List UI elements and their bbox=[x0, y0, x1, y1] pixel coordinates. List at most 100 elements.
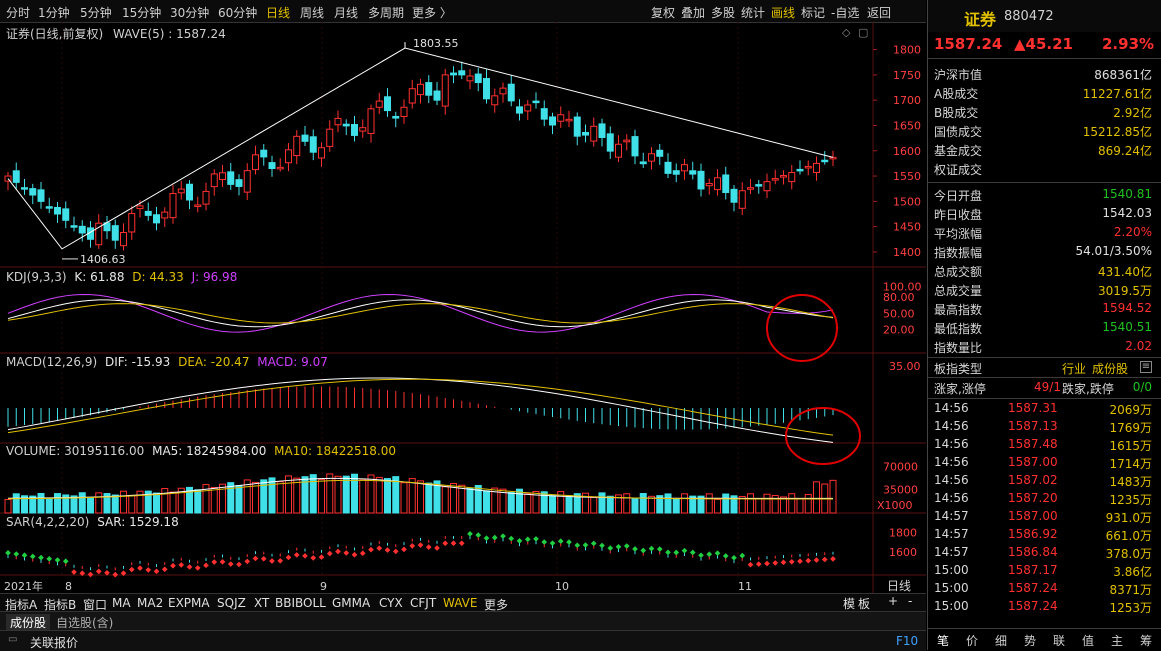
period-tab-1[interactable]: 1分钟 bbox=[38, 4, 70, 21]
indicator-tab-6[interactable]: SQJZ bbox=[217, 596, 246, 610]
zoom-in-button[interactable]: + bbox=[888, 594, 898, 608]
panel-tab-1[interactable]: 价 bbox=[959, 632, 985, 649]
panel-tab-5[interactable]: 值 bbox=[1075, 632, 1101, 649]
f10-button[interactable]: F10 bbox=[896, 634, 918, 648]
constituents-link[interactable]: 成份股 bbox=[1092, 360, 1128, 377]
volume-bar bbox=[565, 495, 573, 514]
indicator-tab-9[interactable]: GMMA bbox=[332, 596, 370, 610]
volume-bar bbox=[161, 488, 169, 514]
indicator-tab-10[interactable]: CYX bbox=[379, 596, 403, 610]
period-tab-8[interactable]: 月线 bbox=[334, 4, 358, 21]
tick-time: 14:56 bbox=[934, 491, 969, 505]
panel-tab-0[interactable]: 笔 bbox=[930, 632, 956, 649]
stat-value: 2.20% bbox=[1113, 225, 1152, 239]
indicator-tab-11[interactable]: CFJT bbox=[410, 596, 436, 610]
indicator-tab-8[interactable]: BBIBOLL bbox=[275, 596, 326, 610]
volume-bar bbox=[755, 498, 763, 514]
candle-body bbox=[408, 88, 416, 104]
sar-dot bbox=[285, 554, 292, 561]
board-button[interactable]: 板 bbox=[858, 595, 870, 612]
volume-bar bbox=[763, 493, 771, 514]
sar-dot bbox=[632, 546, 638, 552]
period-tab-6[interactable]: 日线 bbox=[266, 4, 290, 21]
candle-body bbox=[417, 83, 424, 96]
market-label: 国债成交 bbox=[934, 125, 983, 139]
period-tab-10[interactable]: 更多 〉 bbox=[412, 4, 452, 21]
stock-header: 证券 880472 bbox=[928, 0, 1161, 32]
panel-tab-2[interactable]: 细 bbox=[988, 632, 1014, 649]
macd-tick-label: 35.00 bbox=[889, 360, 921, 373]
sar-dot bbox=[318, 554, 325, 560]
indicator-tab-4[interactable]: MA2 bbox=[137, 596, 163, 610]
tab-watchlist[interactable]: 自选股(含) bbox=[56, 614, 113, 631]
sar-dot bbox=[673, 549, 680, 556]
board-type-label: 板指类型 bbox=[934, 362, 983, 376]
status-bar: ▭ 关联报价 F10 bbox=[0, 630, 926, 651]
period-tab-4[interactable]: 30分钟 bbox=[170, 4, 209, 21]
candle-body bbox=[474, 73, 482, 84]
candle-body bbox=[689, 170, 697, 175]
period-tab-2[interactable]: 5分钟 bbox=[80, 4, 112, 21]
mode-button[interactable]: 模 bbox=[843, 595, 855, 612]
candle-body bbox=[169, 193, 177, 219]
main-chart-header: 证券(日线,前复权) WAVE(5) : 1587.24 bbox=[6, 25, 226, 42]
stat-row: 指数量比 2.02 bbox=[928, 337, 1161, 356]
zoom-out-button[interactable]: - bbox=[908, 594, 912, 608]
toolbar-button-2[interactable]: 多股 bbox=[711, 4, 735, 21]
x-axis-label: 11 bbox=[738, 580, 752, 593]
volume-bar bbox=[631, 498, 639, 514]
panel-tab-7[interactable]: 筹 bbox=[1133, 632, 1159, 649]
tick-time: 14:56 bbox=[934, 419, 969, 433]
volume-bar bbox=[590, 497, 598, 514]
toolbar-button-5[interactable]: 标记 bbox=[801, 4, 825, 21]
volume-tick-label: 70000 bbox=[883, 460, 918, 473]
panel-tab-4[interactable]: 联 bbox=[1046, 632, 1072, 649]
sar-dot bbox=[722, 553, 729, 559]
toolbar-button-0[interactable]: 复权 bbox=[651, 4, 675, 21]
tab-constituents[interactable]: 成份股 bbox=[6, 614, 51, 631]
panel-tab-3[interactable]: 势 bbox=[1017, 632, 1043, 649]
toolbar-button-3[interactable]: 统计 bbox=[741, 4, 765, 21]
candle-body bbox=[466, 75, 474, 82]
candle-body bbox=[763, 181, 771, 192]
volume-bar bbox=[714, 498, 721, 514]
list-icon[interactable]: ≡ bbox=[1140, 361, 1152, 373]
last-price: 1587.24 bbox=[934, 35, 1003, 53]
candle-body bbox=[45, 206, 53, 209]
tick-price: 1586.84 bbox=[1008, 545, 1058, 559]
advancers-label: 涨家,涨停 bbox=[934, 382, 986, 396]
candle-body bbox=[730, 188, 738, 203]
settings-square-icon[interactable]: ▢ bbox=[858, 26, 868, 39]
indicator-tab-3[interactable]: MA bbox=[112, 596, 131, 610]
sar-dot bbox=[821, 556, 828, 563]
chart-area[interactable]: 1800 1750 1700 1650 1600 1550 1500 1450 1400 1803… bbox=[0, 22, 926, 650]
period-tab-3[interactable]: 15分钟 bbox=[122, 4, 161, 21]
related-quote-link[interactable]: 关联报价 bbox=[30, 634, 78, 651]
period-tab-7[interactable]: 周线 bbox=[300, 4, 324, 21]
toolbar-button-6[interactable]: -自选 bbox=[831, 4, 859, 21]
volume-ma10: MA10: 18422518.00 bbox=[274, 444, 397, 458]
volume-bar bbox=[268, 477, 276, 514]
diamond-icon[interactable]: ◇ bbox=[842, 26, 850, 39]
volume-bar bbox=[12, 493, 20, 514]
panel-tab-6[interactable]: 主 bbox=[1104, 632, 1130, 649]
indicator-tab-7[interactable]: XT bbox=[254, 596, 269, 610]
period-tab-5[interactable]: 60分钟 bbox=[218, 4, 257, 21]
toolbar-button-4[interactable]: 画线 bbox=[771, 4, 795, 21]
toolbar-button-7[interactable]: 返回 bbox=[867, 4, 891, 21]
indicator-tab-5[interactable]: EXPMA bbox=[168, 596, 210, 610]
candle-body bbox=[738, 190, 746, 209]
candle-body bbox=[491, 95, 499, 106]
sar-dot bbox=[516, 538, 523, 544]
indicator-tab-12[interactable]: WAVE bbox=[443, 596, 477, 610]
expand-icon[interactable]: ▭ bbox=[8, 634, 17, 645]
period-tab-9[interactable]: 多周期 bbox=[368, 4, 404, 21]
candle-body bbox=[21, 187, 28, 190]
tick-row: 14:56 1587.13 1769万 bbox=[928, 418, 1161, 437]
period-tab-0[interactable]: 分时 bbox=[6, 4, 30, 21]
tick-row: 15:00 1587.24 8371万 bbox=[928, 580, 1161, 599]
volume-bar bbox=[153, 492, 160, 514]
sar-dot bbox=[112, 571, 119, 578]
toolbar-button-1[interactable]: 叠加 bbox=[681, 4, 705, 21]
sar-dot bbox=[368, 546, 374, 553]
